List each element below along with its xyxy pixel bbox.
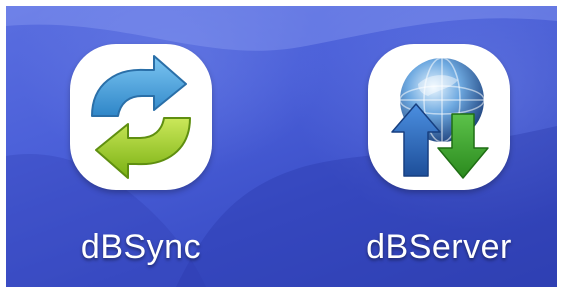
app-label-dbserver: dBServer	[366, 228, 512, 266]
dbserver-icon-tile	[368, 44, 510, 190]
globe-up-down-arrows-icon	[391, 57, 489, 179]
dbsync-icon-tile	[70, 44, 212, 190]
app-dbsync[interactable]: dBSync	[56, 44, 226, 267]
home-screen: dBSync dBServer	[6, 6, 557, 287]
app-label-dbsync: dBSync	[80, 228, 202, 266]
sync-arrows-icon	[91, 55, 191, 179]
app-dbserver[interactable]: dBServer	[354, 44, 524, 267]
